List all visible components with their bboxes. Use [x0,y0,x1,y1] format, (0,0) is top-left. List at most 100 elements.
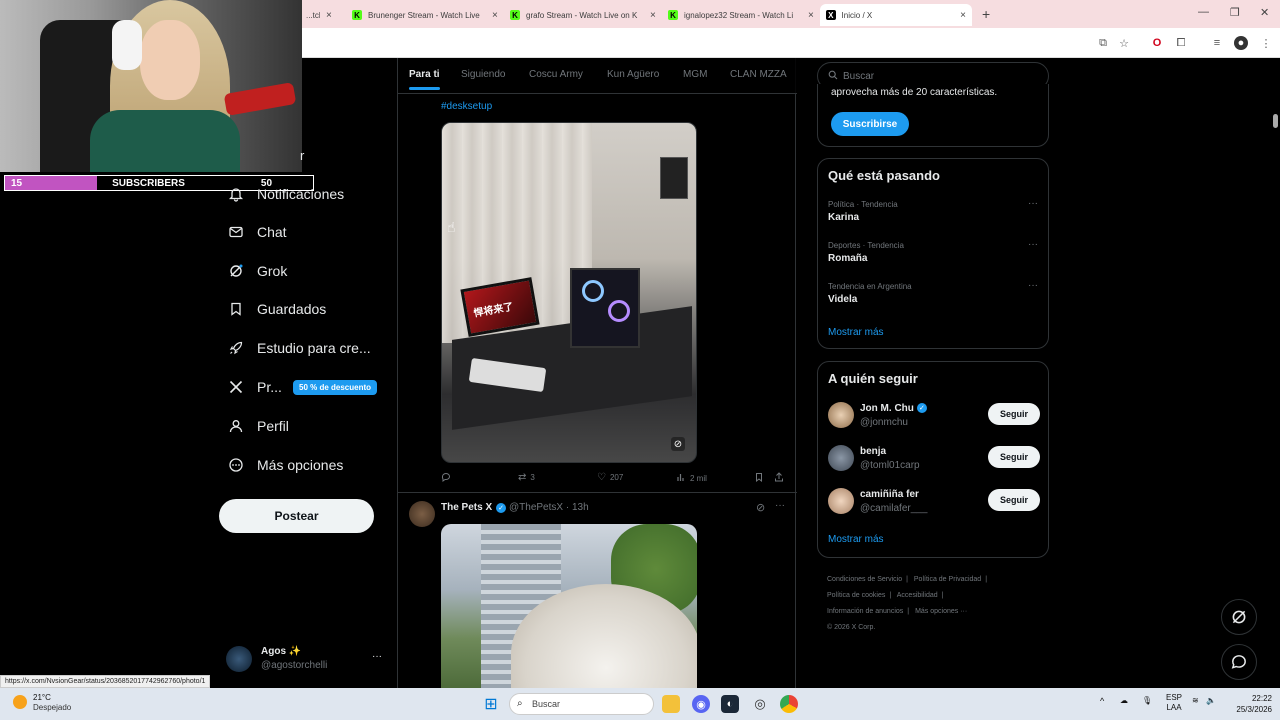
share-action[interactable] [774,472,788,485]
browser-tab[interactable]: K Brunenger Stream - Watch Live × [346,4,504,26]
nav-item-perfil[interactable]: Perfil [228,411,289,441]
opera-extension-icon[interactable]: O [1150,36,1164,50]
grok-float-button[interactable] [1221,599,1257,635]
account-more-icon[interactable]: ··· [372,651,382,662]
avatar[interactable] [409,501,435,527]
tab-para-ti[interactable]: Para ti [409,69,440,90]
tweet-hashtag[interactable]: #desksetup [441,101,492,112]
reply-action[interactable] [441,472,455,485]
subscribe-button[interactable]: Suscribirse [831,112,909,136]
chrome-icon[interactable] [780,695,798,713]
more-icon[interactable]: ··· [1028,280,1038,291]
bookmark-star-icon[interactable]: ☆ [1117,36,1131,50]
browser-tab[interactable]: ...tch Live on Kick × [300,4,338,26]
follow-suggestion[interactable]: Jon M. Chu ✓ @jonmchu Seguir [828,402,1040,434]
more-icon[interactable]: ··· [1028,198,1038,209]
like-action[interactable]: ♡ 207 [597,472,623,483]
taskbar-search[interactable]: ⌕ Buscar [509,693,654,715]
more-icon[interactable]: ··· [1028,239,1038,250]
tab-clan-mzza[interactable]: CLAN MZZA [730,69,787,80]
nav-item-premium[interactable]: Pr... [228,372,282,402]
cookies-link[interactable]: Política de cookies [827,592,885,599]
tab-mgm[interactable]: MGM [683,69,707,80]
browser-menu-icon[interactable]: ⋮ [1259,36,1273,50]
nav-item-guardados[interactable]: Guardados [228,294,326,324]
show-more-trends-link[interactable]: Mostrar más [828,327,884,338]
messages-float-button[interactable] [1221,644,1257,680]
tab-coscu-army[interactable]: Coscu Army [529,69,583,80]
grok-icon[interactable]: ⊘ [756,501,765,514]
nav-item-notificaciones[interactable]: Notificaciones [228,179,344,209]
trend-item[interactable]: Política · Tendencia Karina ··· [828,198,1040,223]
grok-icon [228,263,244,279]
tweet-photo[interactable] [441,524,697,688]
weather-condition: Despejado [33,703,72,712]
discord-icon[interactable]: ◉ [692,695,710,713]
ads-info-link[interactable]: Información de anuncios [827,608,903,615]
tweet-author-name[interactable]: The Pets X [441,502,492,513]
keyboard-layout: LAA [1166,703,1182,712]
nav-item-grok[interactable]: Grok [228,256,287,286]
tray-overflow-icon[interactable]: ^ [1100,696,1104,706]
follow-button[interactable]: Seguir [988,446,1040,468]
taskbar-clock[interactable]: 22:22 25/3/2026 [1222,693,1272,715]
scrollbar-thumb[interactable] [1273,114,1278,128]
install-app-icon[interactable]: ⧉ [1096,36,1110,50]
account-switcher[interactable]: Agos ✨ @agostorchelli ··· [226,644,386,674]
follow-suggestion[interactable]: camiñiña fer @camilafer___ Seguir [828,488,1040,520]
steam-icon[interactable]: ◐ [721,695,739,713]
new-tab-button[interactable]: + [982,6,990,22]
nav-item-chat[interactable]: Chat [228,217,287,247]
more-icon[interactable]: ··· [775,500,785,511]
subscriber-label: SUBSCRIBERS [112,177,185,189]
reading-list-icon[interactable]: ≡ [1210,36,1224,50]
nav-label: Estudio para cre... [257,340,371,356]
views-action[interactable]: 2 mil [676,472,707,485]
bookmark-action[interactable] [754,472,768,485]
terms-link[interactable]: Condiciones de Servicio [827,576,902,583]
feed-tabs: Para ti Siguiendo Coscu Army Kun Agüero … [398,58,797,94]
tweet-author-handle[interactable]: @ThePetsX · 13h [509,502,589,513]
page-scrollbar[interactable] [1270,58,1280,688]
tab-kun-aguero[interactable]: Kun Agüero [607,69,659,80]
follow-button[interactable]: Seguir [988,403,1040,425]
trend-item[interactable]: Deportes · Tendencia Romaña ··· [828,239,1040,264]
nav-label: Chat [257,224,287,240]
grok-image-icon[interactable]: ⊘ [671,437,685,451]
accessibility-link[interactable]: Accesibilidad [897,592,938,599]
browser-tab-active[interactable]: X Inicio / X × [820,4,972,26]
nav-item-estudio[interactable]: Estudio para cre... [228,333,371,363]
windows-start-icon[interactable]: ⊞ [482,695,500,713]
file-explorer-icon[interactable] [662,695,680,713]
close-window-icon[interactable]: ✕ [1260,6,1269,19]
close-tab-icon[interactable]: × [960,10,966,21]
follow-suggestion[interactable]: benja @toml01carp Seguir [828,445,1040,477]
tweet-photo[interactable]: 悍将来了 ⊘ [441,122,697,463]
browser-tab[interactable]: K ignalopez32 Stream - Watch Li × [662,4,820,26]
volume-tray-icon[interactable]: 🔈 [1206,696,1216,705]
post-button[interactable]: Postear [219,499,374,533]
reply-icon [441,472,451,485]
profile-avatar-icon[interactable]: ● [1234,36,1248,50]
trend-item[interactable]: Tendencia en Argentina Videla ··· [828,280,1040,305]
privacy-link[interactable]: Política de Privacidad [914,576,981,583]
tab-siguiendo[interactable]: Siguiendo [461,69,505,80]
kick-favicon-icon: K [352,10,362,20]
show-more-follow-link[interactable]: Mostrar más [828,534,884,545]
follow-button[interactable]: Seguir [988,489,1040,511]
game-launcher-icon[interactable]: ◎ [751,695,769,713]
retweet-action[interactable]: ⇄ 3 [518,472,535,483]
maximize-icon[interactable]: ❐ [1230,6,1240,19]
close-tab-icon[interactable]: × [808,10,814,21]
close-tab-icon[interactable]: × [326,10,332,21]
network-tray-icon[interactable]: ☁ [1120,696,1128,705]
browser-tab[interactable]: K grafo Stream - Watch Live on K × [504,4,662,26]
nav-item-mas-opciones[interactable]: Más opciones [228,450,343,480]
mic-tray-icon[interactable]: 🎙 [1142,696,1152,705]
minimize-icon[interactable]: — [1198,6,1209,18]
close-tab-icon[interactable]: × [492,10,498,21]
close-tab-icon[interactable]: × [650,10,656,21]
more-options-link[interactable]: Más opciones ··· [915,608,967,615]
extensions-icon[interactable]: ⧠ [1174,36,1188,50]
wifi-tray-icon[interactable]: ≋ [1192,696,1199,705]
